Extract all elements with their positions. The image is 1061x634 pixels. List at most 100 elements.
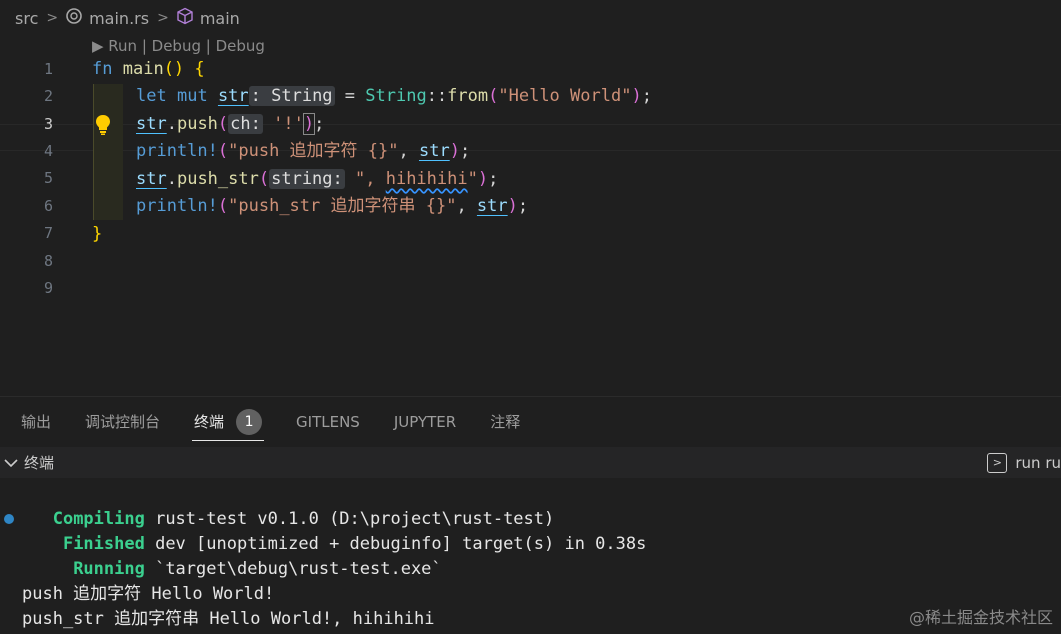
code-line-4[interactable]: println!("push 追加字符 {}", str); (136, 138, 470, 165)
terminal-text: `target\debug\rust-test.exe` (144, 559, 442, 579)
semicolon: ; (314, 114, 325, 134)
terminal-output[interactable]: Compiling rust-test v0.1.0 (D:\project\r… (0, 478, 1061, 634)
comma: , (398, 141, 419, 161)
dot: . (166, 114, 177, 134)
line-number: 5 (43, 169, 53, 187)
method-call: push (176, 114, 218, 134)
terminal-line: push 追加字符 Hello World! (22, 584, 275, 604)
command-decoration-icon[interactable] (4, 514, 14, 524)
line-number: 8 (43, 252, 53, 270)
terminal-task-label: run ru (1015, 453, 1061, 472)
code-line-5[interactable]: str.push_str(string: ", hihihihi"); (136, 166, 498, 193)
type-inlay-hint: : String (248, 86, 335, 106)
line-number: 3 (43, 115, 53, 133)
string-literal: "push 追加字符 {}" (228, 141, 399, 161)
tab-output[interactable]: 输出 (21, 397, 51, 447)
breadcrumb-symbol[interactable]: main (200, 9, 240, 28)
terminal-text: rust-test v0.1.0 (D:\project\rust-test) (144, 509, 555, 529)
paren: ) (449, 141, 460, 161)
line-number: 1 (43, 60, 53, 78)
line-number: 7 (43, 224, 53, 242)
semicolon: ; (517, 196, 529, 216)
keyword: fn (92, 59, 113, 79)
tab-gitlens[interactable]: GITLENS (296, 397, 360, 447)
terminal-line: Compiling rust-test v0.1.0 (D:\project\r… (22, 507, 555, 532)
lightbulb-icon[interactable] (94, 114, 112, 136)
variable: str (136, 114, 167, 134)
terminal-task-item[interactable]: > run ru (987, 447, 1061, 478)
variable: str (217, 86, 249, 106)
terminal-section-title: 终端 (24, 454, 55, 472)
paren: ( (217, 141, 229, 161)
parameter-inlay-hint: ch: (228, 114, 263, 134)
paren: ( (217, 114, 229, 134)
paren: ) (631, 86, 642, 106)
breadcrumb-file[interactable]: main.rs (89, 9, 149, 28)
terminal-line: push_str 追加字符串 Hello World!, hihihihi (22, 609, 435, 629)
breadcrumb-folder[interactable]: src (15, 9, 38, 28)
keyword: let (136, 86, 167, 106)
semicolon: ; (641, 86, 652, 106)
cube-icon (176, 7, 194, 29)
variable: str (418, 141, 450, 161)
semicolon: ; (459, 141, 471, 161)
macro: println! (136, 196, 218, 216)
tab-terminal-label: 终端 (194, 413, 225, 431)
keyword: mut (176, 86, 208, 106)
rust-file-icon (65, 7, 83, 29)
string-literal: ", (344, 169, 386, 189)
line-number: 2 (43, 87, 53, 105)
paren: ) (302, 113, 316, 135)
tab-jupyter[interactable]: JUPYTER (394, 397, 456, 447)
indent-guide (93, 84, 123, 220)
chevron-down-icon[interactable] (4, 454, 18, 472)
panel-tab-bar: 输出 调试控制台 终端 1 GITLENS JUPYTER 注释 (0, 396, 1061, 446)
brace: } (92, 224, 103, 244)
function-name: main (122, 59, 164, 79)
line-number: 4 (43, 142, 53, 160)
paren: ) (507, 196, 518, 216)
paren: ( (258, 169, 270, 189)
variable: str (136, 169, 167, 189)
terminal-icon: > (987, 452, 1008, 473)
comma: , (456, 196, 477, 216)
tab-comments[interactable]: 注释 (490, 397, 520, 447)
paren: ( (488, 86, 499, 106)
code-line-1[interactable]: fn main() { (92, 56, 205, 83)
tab-terminal[interactable]: 终端 1 (192, 397, 265, 447)
code-line-7[interactable]: } (92, 221, 102, 248)
semicolon: ; (488, 169, 499, 189)
type-name: String (365, 86, 427, 106)
line-number: 6 (43, 197, 53, 215)
tab-debug-console[interactable]: 调试控制台 (85, 397, 160, 447)
cargo-status: Finished (62, 534, 145, 554)
cargo-status: Compiling (52, 509, 145, 529)
code-line-6[interactable]: println!("push_str 追加字符串 {}", str); (136, 193, 528, 220)
operator: = (334, 86, 366, 106)
paren: ( (217, 196, 229, 216)
string-literal: "Hello World" (498, 86, 632, 106)
codelens-run-debug[interactable]: ▶ Run | Debug | Debug (92, 36, 265, 56)
code-line-3[interactable]: str.push(ch: '!'); (136, 111, 324, 138)
terminal-count-badge: 1 (236, 408, 263, 435)
char-literal: '!' (262, 114, 304, 134)
chevron-right-icon: > (157, 10, 169, 26)
terminal-text: dev [unoptimized + debuginfo] target(s) … (144, 534, 647, 554)
macro: println! (136, 141, 218, 161)
function-call: from (447, 86, 489, 106)
code-line-2[interactable]: let mut str: String = String::from("Hell… (136, 83, 652, 110)
terminal-section-header[interactable]: 终端 > run ru (0, 447, 1061, 478)
chevron-right-icon: > (46, 10, 59, 26)
dot: . (166, 169, 177, 189)
diagnostic-squiggle[interactable]: hihihihi (386, 169, 468, 189)
paren: () (163, 59, 185, 79)
variable: str (476, 196, 508, 216)
method-call: push_str (176, 169, 259, 189)
path-separator: :: (426, 86, 448, 106)
string-literal: "push_str 追加字符串 {}" (228, 196, 457, 216)
string-literal: " (467, 169, 478, 189)
code-editor[interactable]: ▶ Run | Debug | Debug 1 2 3 4 5 6 7 8 9 … (0, 36, 1061, 395)
line-number: 9 (43, 279, 53, 297)
paren: ) (477, 169, 489, 189)
terminal-line: Running `target\debug\rust-test.exe` (22, 557, 442, 582)
